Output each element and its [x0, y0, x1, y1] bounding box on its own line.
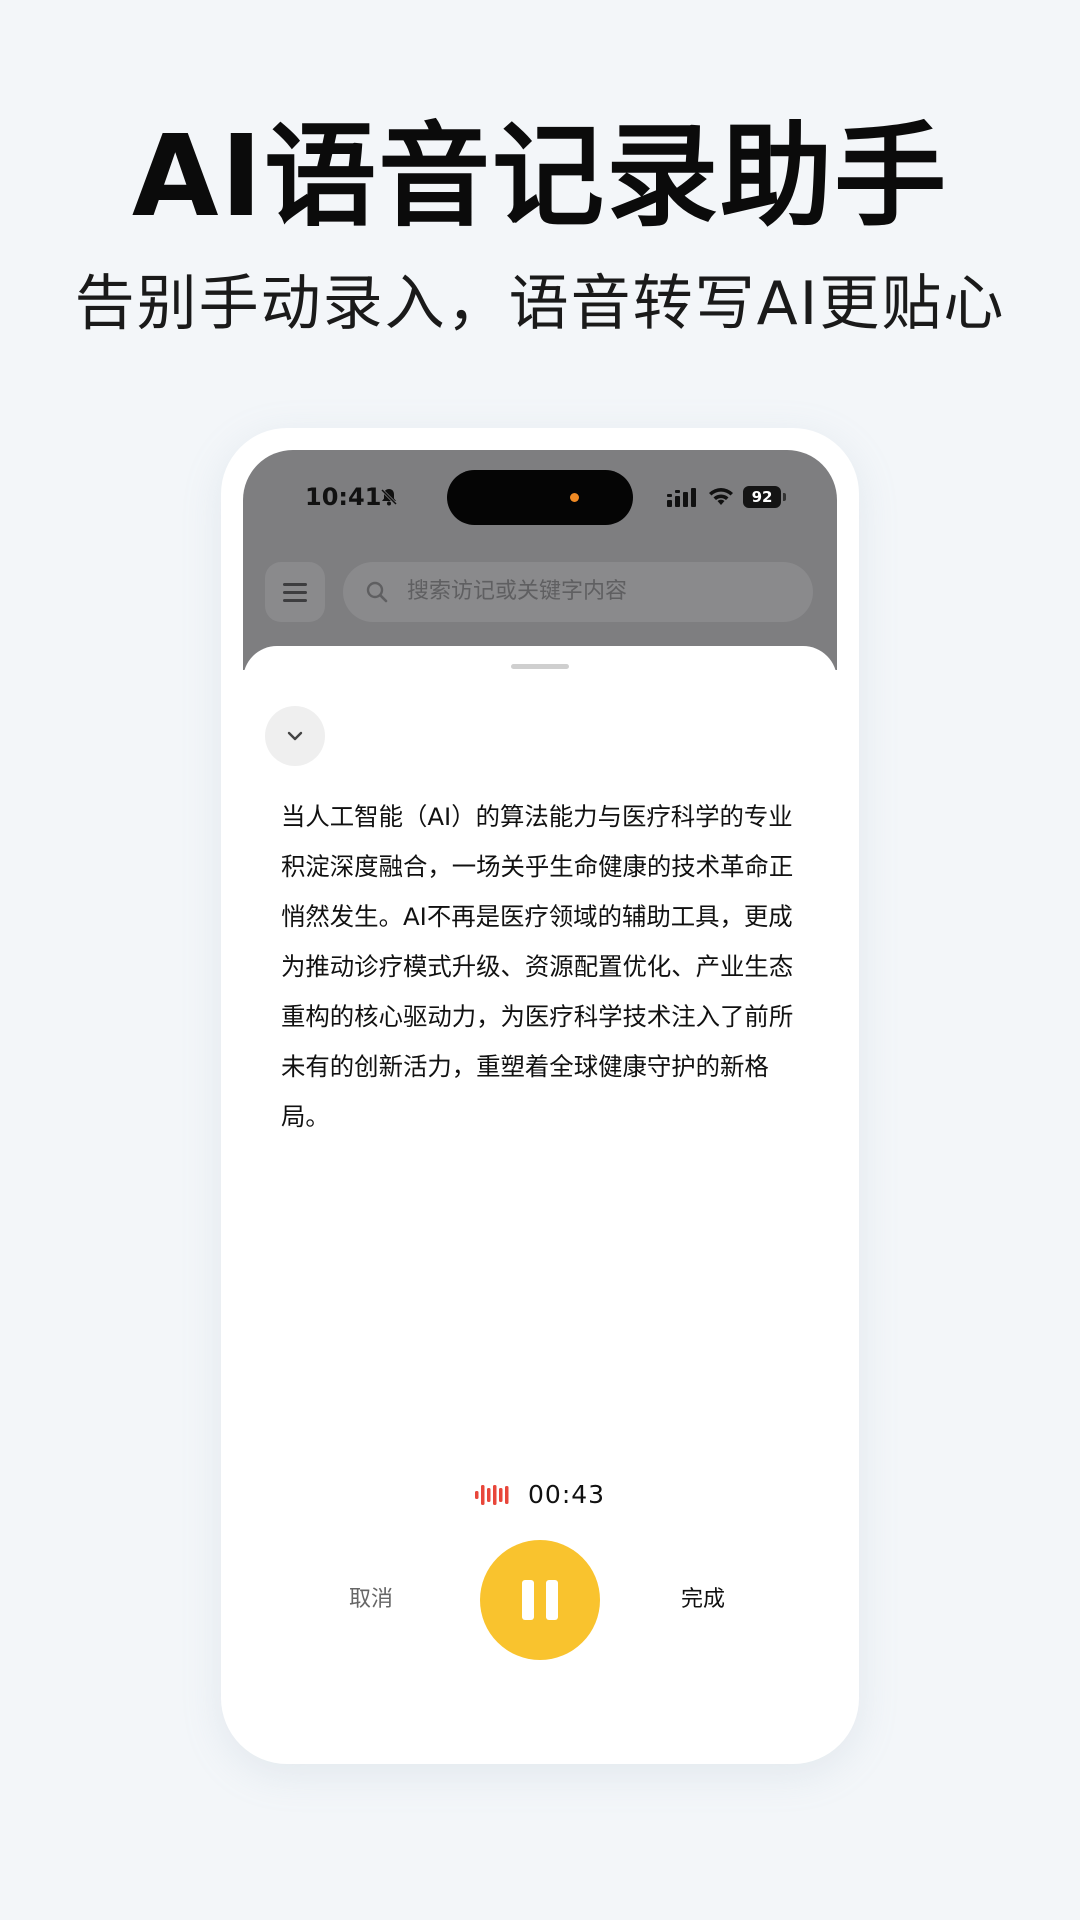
battery-icon: 92: [743, 486, 787, 508]
phone-screen: 10:41 92 搜索访记或关键字内容 当人工智能（AI）的算法能力与医疗科学的…: [243, 450, 837, 1742]
signal-icon: [667, 488, 696, 507]
menu-icon-line: [283, 583, 307, 586]
collapse-button[interactable]: [265, 706, 325, 766]
pause-button[interactable]: [480, 1540, 600, 1660]
dynamic-island: [447, 470, 633, 525]
battery-level: 92: [743, 486, 781, 508]
recording-timer: 00:43: [243, 1480, 837, 1520]
dimmed-app-background: 10:41 92 搜索访记或关键字内容: [243, 450, 837, 670]
menu-icon-line: [283, 591, 307, 594]
bell-off-icon: [380, 488, 398, 506]
promo-headline: AI语音记录助手: [131, 112, 949, 242]
status-time: 10:41: [305, 483, 382, 511]
promo-subheadline: 告别手动录入，语音转写AI更贴心: [74, 269, 1006, 339]
menu-button[interactable]: [265, 562, 325, 622]
done-button[interactable]: 完成: [673, 1580, 733, 1620]
wifi-icon: [709, 488, 733, 505]
menu-icon-line: [283, 599, 307, 602]
chevron-down-icon: [287, 731, 303, 741]
cancel-button[interactable]: 取消: [341, 1580, 401, 1620]
phone-mockup: 10:41 92 搜索访记或关键字内容 当人工智能（AI）的算法能力与医疗科学的…: [221, 428, 859, 1764]
camera-indicator-dot: [570, 493, 579, 502]
pause-icon: [522, 1580, 558, 1620]
waveform-icon: [474, 1484, 509, 1505]
drag-handle[interactable]: [511, 664, 569, 669]
battery-cap: [783, 493, 786, 501]
transcript-text: 当人工智能（AI）的算法能力与医疗科学的专业积淀深度融合，一场关乎生命健康的技术…: [281, 802, 794, 1131]
search-placeholder: 搜索访记或关键字内容: [407, 579, 628, 604]
search-icon: [366, 581, 388, 603]
search-input[interactable]: 搜索访记或关键字内容: [343, 562, 813, 622]
timer-text: 00:43: [528, 1480, 606, 1509]
recording-sheet: 当人工智能（AI）的算法能力与医疗科学的专业积淀深度融合，一场关乎生命健康的技术…: [243, 646, 837, 1742]
